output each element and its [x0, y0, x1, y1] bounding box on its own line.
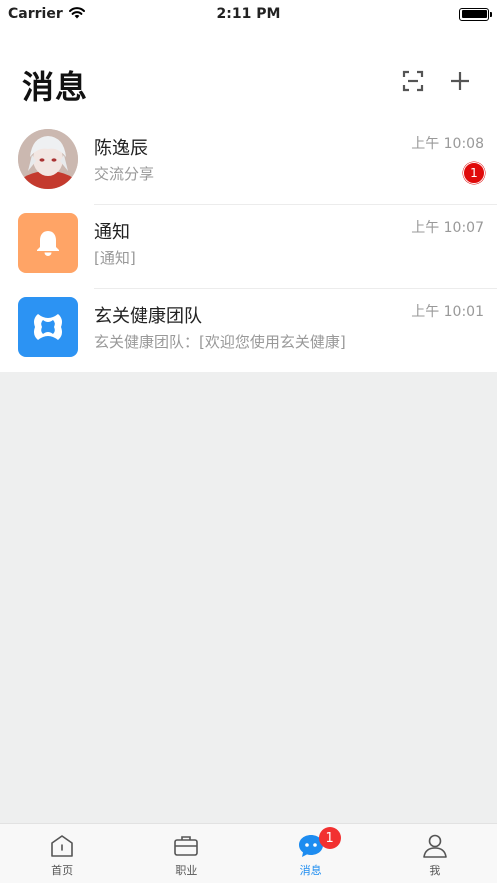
scan-icon	[402, 70, 424, 92]
conversation-time: 上午 10:08	[411, 136, 484, 152]
page-title: 消息	[22, 68, 89, 106]
tab-bar: 首页 职业 消息 1 我	[0, 823, 497, 883]
tab-label: 消息	[299, 864, 322, 877]
page-header: 消息	[0, 28, 497, 120]
tab-label: 首页	[51, 864, 74, 877]
add-button[interactable]	[447, 68, 473, 94]
conversation-list: 陈逸辰 交流分享 上午 10:08 1 通知 [通知] 上午 10:07 玄关健…	[0, 120, 497, 372]
conversation-preview: [通知]	[94, 249, 136, 267]
tab-home[interactable]: 首页	[0, 824, 124, 883]
conversation-name: 玄关健康团队	[94, 306, 202, 327]
wifi-icon	[68, 6, 86, 23]
person-icon	[421, 832, 449, 860]
conversation-preview: 交流分享	[94, 165, 155, 183]
tab-profile[interactable]: 我	[373, 824, 497, 883]
tab-career[interactable]: 职业	[124, 824, 248, 883]
tab-label: 职业	[175, 864, 198, 877]
conversation-row[interactable]: 玄关健康团队 玄关健康团队：[欢迎您使用玄关健康] 上午 10:01	[0, 288, 497, 372]
xuanguan-logo-icon	[18, 297, 78, 357]
scan-button[interactable]	[400, 68, 426, 94]
unread-badge: 1	[463, 162, 485, 184]
tab-messages[interactable]: 消息 1	[249, 824, 373, 883]
conversation-row[interactable]: 通知 [通知] 上午 10:07	[0, 204, 497, 288]
bell-icon	[18, 213, 78, 273]
battery-icon	[459, 7, 492, 21]
conversation-row[interactable]: 陈逸辰 交流分享 上午 10:08 1	[0, 120, 497, 204]
conversation-time: 上午 10:01	[411, 304, 484, 320]
conversation-name: 陈逸辰	[94, 138, 148, 159]
status-bar: Carrier 2:11 PM	[0, 0, 497, 28]
briefcase-icon	[172, 832, 200, 860]
carrier-label: Carrier	[8, 6, 63, 22]
conversation-time: 上午 10:07	[411, 220, 484, 236]
home-icon	[48, 832, 76, 860]
tab-unread-badge: 1	[318, 827, 341, 849]
tab-label: 我	[429, 864, 441, 877]
avatar	[18, 129, 78, 189]
conversation-name: 通知	[94, 222, 130, 243]
conversation-preview: 玄关健康团队：[欢迎您使用玄关健康]	[94, 333, 346, 351]
plus-icon	[451, 72, 469, 90]
